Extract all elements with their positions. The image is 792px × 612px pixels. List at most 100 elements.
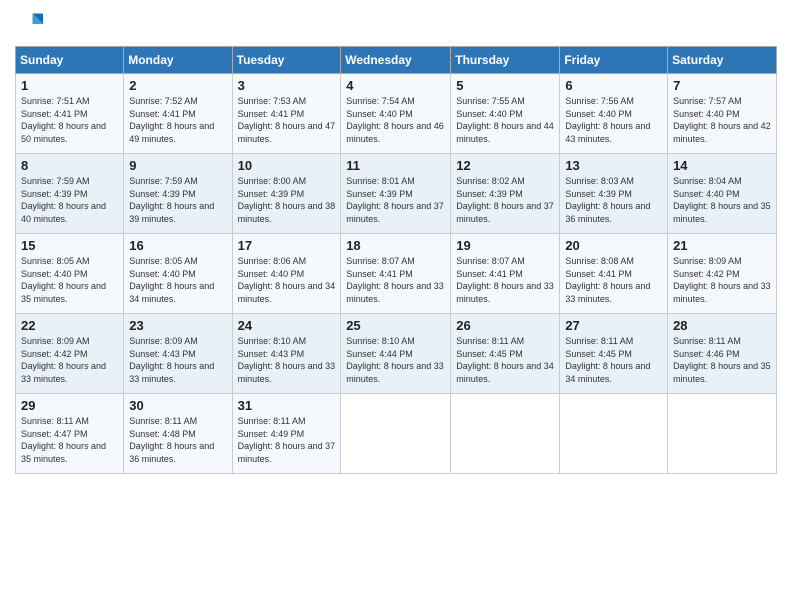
day-info: Sunrise: 7:51 AM Sunset: 4:41 PM Dayligh… (21, 95, 118, 145)
day-info: Sunrise: 8:11 AM Sunset: 4:48 PM Dayligh… (129, 415, 226, 465)
calendar-cell: 16 Sunrise: 8:05 AM Sunset: 4:40 PM Dayl… (124, 234, 232, 314)
day-number: 3 (238, 78, 336, 93)
day-number: 13 (565, 158, 662, 173)
calendar-week-row: 1 Sunrise: 7:51 AM Sunset: 4:41 PM Dayli… (16, 74, 777, 154)
logo-icon (15, 10, 43, 38)
calendar-cell: 13 Sunrise: 8:03 AM Sunset: 4:39 PM Dayl… (560, 154, 668, 234)
calendar-cell: 14 Sunrise: 8:04 AM Sunset: 4:40 PM Dayl… (668, 154, 777, 234)
calendar-week-row: 8 Sunrise: 7:59 AM Sunset: 4:39 PM Dayli… (16, 154, 777, 234)
daylight-text: Daylight: 8 hours and 34 minutes. (456, 360, 554, 385)
sunset-text: Sunset: 4:39 PM (129, 188, 226, 201)
day-info: Sunrise: 8:11 AM Sunset: 4:45 PM Dayligh… (565, 335, 662, 385)
sunset-text: Sunset: 4:40 PM (238, 268, 336, 281)
daylight-text: Daylight: 8 hours and 35 minutes. (673, 360, 771, 385)
calendar-cell: 17 Sunrise: 8:06 AM Sunset: 4:40 PM Dayl… (232, 234, 341, 314)
weekday-header: Tuesday (232, 47, 341, 74)
day-number: 5 (456, 78, 554, 93)
calendar-cell (560, 394, 668, 474)
sunrise-text: Sunrise: 8:11 AM (673, 335, 771, 348)
day-info: Sunrise: 7:56 AM Sunset: 4:40 PM Dayligh… (565, 95, 662, 145)
day-info: Sunrise: 8:05 AM Sunset: 4:40 PM Dayligh… (21, 255, 118, 305)
sunrise-text: Sunrise: 7:51 AM (21, 95, 118, 108)
sunrise-text: Sunrise: 8:02 AM (456, 175, 554, 188)
daylight-text: Daylight: 8 hours and 33 minutes. (456, 280, 554, 305)
daylight-text: Daylight: 8 hours and 49 minutes. (129, 120, 226, 145)
sunrise-text: Sunrise: 8:00 AM (238, 175, 336, 188)
sunrise-text: Sunrise: 8:06 AM (238, 255, 336, 268)
daylight-text: Daylight: 8 hours and 35 minutes. (673, 200, 771, 225)
sunset-text: Sunset: 4:40 PM (21, 268, 118, 281)
sunset-text: Sunset: 4:41 PM (456, 268, 554, 281)
day-info: Sunrise: 8:10 AM Sunset: 4:44 PM Dayligh… (346, 335, 445, 385)
day-number: 11 (346, 158, 445, 173)
day-info: Sunrise: 7:57 AM Sunset: 4:40 PM Dayligh… (673, 95, 771, 145)
day-number: 17 (238, 238, 336, 253)
day-number: 1 (21, 78, 118, 93)
sunrise-text: Sunrise: 8:03 AM (565, 175, 662, 188)
day-number: 7 (673, 78, 771, 93)
sunset-text: Sunset: 4:40 PM (673, 188, 771, 201)
calendar-cell: 30 Sunrise: 8:11 AM Sunset: 4:48 PM Dayl… (124, 394, 232, 474)
day-info: Sunrise: 8:00 AM Sunset: 4:39 PM Dayligh… (238, 175, 336, 225)
sunset-text: Sunset: 4:42 PM (673, 268, 771, 281)
day-info: Sunrise: 8:04 AM Sunset: 4:40 PM Dayligh… (673, 175, 771, 225)
calendar-cell: 11 Sunrise: 8:01 AM Sunset: 4:39 PM Dayl… (341, 154, 451, 234)
calendar-week-row: 15 Sunrise: 8:05 AM Sunset: 4:40 PM Dayl… (16, 234, 777, 314)
sunrise-text: Sunrise: 7:59 AM (129, 175, 226, 188)
daylight-text: Daylight: 8 hours and 33 minutes. (346, 280, 445, 305)
daylight-text: Daylight: 8 hours and 47 minutes. (238, 120, 336, 145)
calendar-cell (668, 394, 777, 474)
day-info: Sunrise: 8:09 AM Sunset: 4:42 PM Dayligh… (21, 335, 118, 385)
day-info: Sunrise: 8:05 AM Sunset: 4:40 PM Dayligh… (129, 255, 226, 305)
day-info: Sunrise: 7:59 AM Sunset: 4:39 PM Dayligh… (129, 175, 226, 225)
daylight-text: Daylight: 8 hours and 37 minutes. (238, 440, 336, 465)
sunset-text: Sunset: 4:46 PM (673, 348, 771, 361)
calendar-cell: 26 Sunrise: 8:11 AM Sunset: 4:45 PM Dayl… (451, 314, 560, 394)
calendar-cell (341, 394, 451, 474)
daylight-text: Daylight: 8 hours and 43 minutes. (565, 120, 662, 145)
calendar-cell: 20 Sunrise: 8:08 AM Sunset: 4:41 PM Dayl… (560, 234, 668, 314)
day-info: Sunrise: 8:08 AM Sunset: 4:41 PM Dayligh… (565, 255, 662, 305)
calendar-cell: 28 Sunrise: 8:11 AM Sunset: 4:46 PM Dayl… (668, 314, 777, 394)
sunrise-text: Sunrise: 8:07 AM (346, 255, 445, 268)
day-number: 28 (673, 318, 771, 333)
day-number: 25 (346, 318, 445, 333)
sunrise-text: Sunrise: 7:59 AM (21, 175, 118, 188)
calendar-body: 1 Sunrise: 7:51 AM Sunset: 4:41 PM Dayli… (16, 74, 777, 474)
day-number: 30 (129, 398, 226, 413)
weekday-header: Sunday (16, 47, 124, 74)
daylight-text: Daylight: 8 hours and 34 minutes. (238, 280, 336, 305)
sunset-text: Sunset: 4:42 PM (21, 348, 118, 361)
sunrise-text: Sunrise: 7:53 AM (238, 95, 336, 108)
calendar-cell: 19 Sunrise: 8:07 AM Sunset: 4:41 PM Dayl… (451, 234, 560, 314)
day-info: Sunrise: 8:11 AM Sunset: 4:46 PM Dayligh… (673, 335, 771, 385)
sunrise-text: Sunrise: 8:05 AM (129, 255, 226, 268)
sunset-text: Sunset: 4:44 PM (346, 348, 445, 361)
calendar-cell: 21 Sunrise: 8:09 AM Sunset: 4:42 PM Dayl… (668, 234, 777, 314)
weekday-header: Monday (124, 47, 232, 74)
day-info: Sunrise: 8:07 AM Sunset: 4:41 PM Dayligh… (456, 255, 554, 305)
day-info: Sunrise: 8:10 AM Sunset: 4:43 PM Dayligh… (238, 335, 336, 385)
sunrise-text: Sunrise: 8:01 AM (346, 175, 445, 188)
day-info: Sunrise: 8:06 AM Sunset: 4:40 PM Dayligh… (238, 255, 336, 305)
sunrise-text: Sunrise: 8:11 AM (238, 415, 336, 428)
weekday-header: Saturday (668, 47, 777, 74)
sunrise-text: Sunrise: 7:54 AM (346, 95, 445, 108)
day-info: Sunrise: 8:01 AM Sunset: 4:39 PM Dayligh… (346, 175, 445, 225)
calendar-cell: 31 Sunrise: 8:11 AM Sunset: 4:49 PM Dayl… (232, 394, 341, 474)
sunrise-text: Sunrise: 7:56 AM (565, 95, 662, 108)
day-number: 6 (565, 78, 662, 93)
sunset-text: Sunset: 4:41 PM (346, 268, 445, 281)
daylight-text: Daylight: 8 hours and 40 minutes. (21, 200, 118, 225)
sunrise-text: Sunrise: 8:11 AM (456, 335, 554, 348)
sunset-text: Sunset: 4:43 PM (129, 348, 226, 361)
daylight-text: Daylight: 8 hours and 36 minutes. (565, 200, 662, 225)
day-info: Sunrise: 8:11 AM Sunset: 4:49 PM Dayligh… (238, 415, 336, 465)
day-number: 27 (565, 318, 662, 333)
day-info: Sunrise: 8:09 AM Sunset: 4:43 PM Dayligh… (129, 335, 226, 385)
calendar-cell: 18 Sunrise: 8:07 AM Sunset: 4:41 PM Dayl… (341, 234, 451, 314)
calendar-week-row: 22 Sunrise: 8:09 AM Sunset: 4:42 PM Dayl… (16, 314, 777, 394)
sunset-text: Sunset: 4:39 PM (346, 188, 445, 201)
day-number: 14 (673, 158, 771, 173)
weekday-header: Thursday (451, 47, 560, 74)
